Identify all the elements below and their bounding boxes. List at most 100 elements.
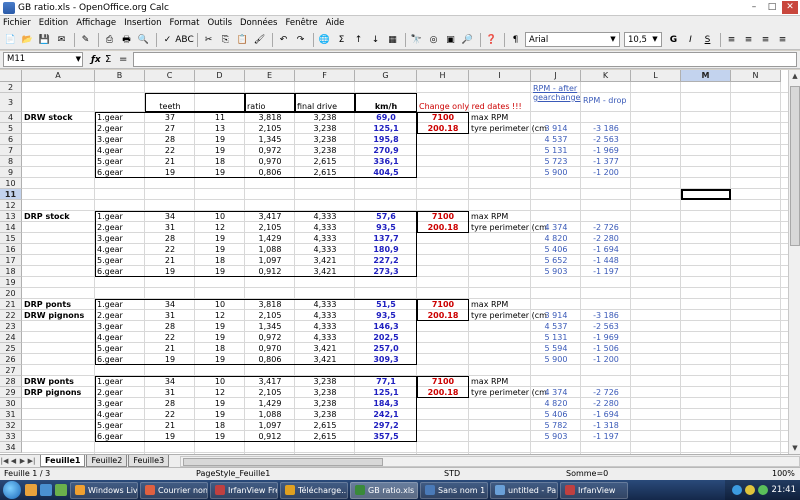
cell-input[interactable] xyxy=(417,343,469,354)
cell-rpm-drop[interactable]: -2 726 xyxy=(581,222,631,233)
maximize-button[interactable]: □ xyxy=(764,1,780,14)
cell-rpm-after[interactable]: 4 820 xyxy=(531,233,581,244)
row-header-14[interactable]: 14 xyxy=(0,222,22,233)
cell-rpm-drop[interactable]: -1 969 xyxy=(581,332,631,343)
cell-note[interactable]: tyre perimeter (cm xyxy=(469,222,547,233)
cell-rpm-drop[interactable]: -1 448 xyxy=(581,255,631,266)
justify-icon[interactable]: ≡ xyxy=(775,32,790,47)
block-subtitle[interactable]: DRP pignons xyxy=(22,387,95,398)
cell-rpm-drop[interactable]: -2 563 xyxy=(581,321,631,332)
cell-note[interactable]: max RPM xyxy=(469,211,531,222)
block-title[interactable]: DRP ponts xyxy=(22,299,95,310)
menu-insertion[interactable]: Insertion xyxy=(124,18,161,28)
align-left-icon[interactable]: ≡ xyxy=(724,32,739,47)
spellcheck-icon[interactable]: ✓ xyxy=(160,32,175,47)
column-header-l[interactable]: L xyxy=(631,70,681,82)
spreadsheet-grid[interactable]: A B C D E F G H I J K L M N 2 3 4 5 6 7 8 9 10 11 12 13 14 15 16 17 18… xyxy=(0,70,800,454)
row-header-9[interactable]: 9 xyxy=(0,167,22,178)
row-header-29[interactable]: 29 xyxy=(0,387,22,398)
row-header-31[interactable]: 31 xyxy=(0,409,22,420)
new-document-icon[interactable]: 📄 xyxy=(3,32,18,47)
volume-icon[interactable] xyxy=(744,485,755,495)
cell-rpm-drop[interactable]: -2 280 xyxy=(581,398,631,409)
cell-input[interactable] xyxy=(417,332,469,343)
row-header-5[interactable]: 5 xyxy=(0,123,22,134)
cell-rpm-after[interactable] xyxy=(531,211,581,222)
cell-rpm-after[interactable]: 5 782 xyxy=(531,420,581,431)
cell-input[interactable] xyxy=(417,321,469,332)
taskbar-item[interactable]: IrfanView xyxy=(560,481,628,499)
vertical-scrollbar[interactable]: ▲ ▼ xyxy=(788,70,800,454)
column-header-e[interactable]: E xyxy=(245,70,295,82)
cell-rpm-drop[interactable]: -1 694 xyxy=(581,244,631,255)
row-header-8[interactable]: 8 xyxy=(0,156,22,167)
row-header-13[interactable]: 13 xyxy=(0,211,22,222)
cell-rpm-drop[interactable]: -1 969 xyxy=(581,145,631,156)
cell-rpm-drop[interactable] xyxy=(581,211,631,222)
cell-rpm-after[interactable]: 5 131 xyxy=(531,332,581,343)
align-right-icon[interactable]: ≡ xyxy=(758,32,773,47)
export-pdf-icon[interactable]: ⎙ xyxy=(102,32,117,47)
last-sheet-icon[interactable]: ▶| xyxy=(27,457,36,465)
cell-input[interactable] xyxy=(417,244,469,255)
cell-rpm-after[interactable]: 4 374 xyxy=(531,387,581,398)
selection-mode[interactable]: STD xyxy=(444,468,460,480)
sheet-tab-feuille3[interactable]: Feuille3 xyxy=(128,455,170,467)
cell-rpm-drop[interactable]: -1 197 xyxy=(581,431,631,442)
quicklaunch-media-icon[interactable] xyxy=(55,484,67,496)
selected-cell-cursor[interactable] xyxy=(681,189,731,200)
close-button[interactable]: ✕ xyxy=(782,1,798,14)
menu-edition[interactable]: Edition xyxy=(39,18,68,28)
copy-icon[interactable]: ⎘ xyxy=(218,32,233,47)
cell-input[interactable] xyxy=(417,233,469,244)
cell-rpm-drop[interactable] xyxy=(581,299,631,310)
row-header-34[interactable]: 34 xyxy=(0,442,22,453)
redo-icon[interactable]: ↷ xyxy=(293,32,308,47)
row-header-12[interactable]: 12 xyxy=(0,200,22,211)
cell-rpm-drop[interactable] xyxy=(581,376,631,387)
cell-rpm-drop[interactable]: -1 694 xyxy=(581,409,631,420)
page-style[interactable]: PageStyle_Feuille1 xyxy=(196,468,270,480)
taskbar-item[interactable]: Windows Liv... xyxy=(70,481,138,499)
tray-app-icon[interactable] xyxy=(757,485,768,495)
column-header-i[interactable]: I xyxy=(469,70,531,82)
select-all-corner[interactable] xyxy=(0,70,22,82)
cell-rpm-drop[interactable]: -1 506 xyxy=(581,343,631,354)
cell-rpm-drop[interactable]: -1 200 xyxy=(581,354,631,365)
prev-sheet-icon[interactable]: ◀ xyxy=(9,457,18,465)
cell-input[interactable] xyxy=(417,354,469,365)
menu-affichage[interactable]: Affichage xyxy=(76,18,116,28)
row-header-22[interactable]: 22 xyxy=(0,310,22,321)
align-center-icon[interactable]: ≡ xyxy=(741,32,756,47)
row-header-20[interactable]: 20 xyxy=(0,288,22,299)
row-header-30[interactable]: 30 xyxy=(0,398,22,409)
cell-input[interactable] xyxy=(417,266,469,277)
cell-rpm-after[interactable]: 5 406 xyxy=(531,244,581,255)
column-header-m[interactable]: M xyxy=(681,70,731,82)
zoom-level[interactable]: 100% xyxy=(772,468,795,480)
row-header-33[interactable]: 33 xyxy=(0,431,22,442)
cell-note[interactable]: max RPM xyxy=(469,376,531,387)
menu-format[interactable]: Format xyxy=(169,18,199,28)
row-header-25[interactable]: 25 xyxy=(0,343,22,354)
row-header-28[interactable]: 28 xyxy=(0,376,22,387)
sum-icon[interactable]: Σ xyxy=(334,32,349,47)
cell-rpm-after[interactable]: 5 131 xyxy=(531,145,581,156)
horizontal-scroll-thumb[interactable] xyxy=(183,457,384,466)
taskbar-item[interactable]: Télécharge... xyxy=(280,481,348,499)
cell-rpm-after[interactable]: 3 914 xyxy=(531,123,581,134)
taskbar-item[interactable]: untitled - Pai... xyxy=(490,481,558,499)
column-header-f[interactable]: F xyxy=(295,70,355,82)
cell-rpm-after[interactable] xyxy=(531,376,581,387)
cell-rpm-drop[interactable]: -2 280 xyxy=(581,233,631,244)
cell-rpm-drop[interactable]: -3 186 xyxy=(581,310,631,321)
formula-input[interactable] xyxy=(133,52,797,67)
row-header-4[interactable]: 4 xyxy=(0,112,22,123)
font-size-select[interactable]: 10,5 ▼ xyxy=(624,32,662,47)
paste-icon[interactable]: 📋 xyxy=(235,32,250,47)
font-name-select[interactable]: Arial ▼ xyxy=(525,32,620,47)
scroll-down-icon[interactable]: ▼ xyxy=(789,442,800,454)
function-wizard-icon[interactable]: ƒx xyxy=(91,55,105,65)
cell-rpm-drop[interactable]: -1 377 xyxy=(581,156,631,167)
network-icon[interactable] xyxy=(731,485,742,495)
